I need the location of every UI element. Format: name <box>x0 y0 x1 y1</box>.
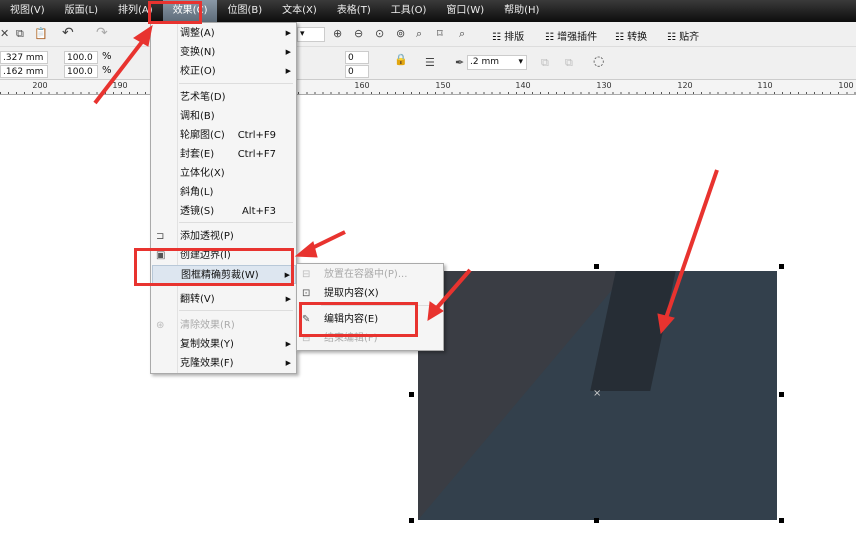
annotation-arrows <box>93 24 719 335</box>
